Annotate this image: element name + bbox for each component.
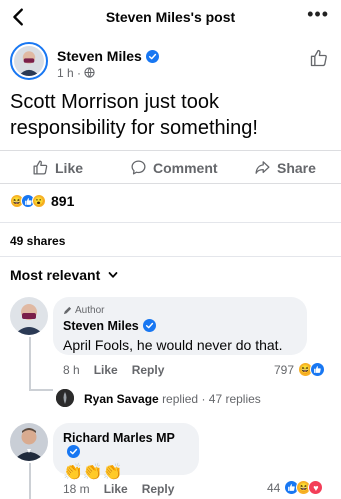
divider [0,222,341,223]
post-author-avatar[interactable] [10,42,48,80]
reply-count: · 47 replies [201,392,261,406]
verified-badge-icon [67,445,80,458]
author-tag: Author [63,305,297,316]
top-bar: Steven Miles's post ••• [0,0,341,34]
comment-bubble[interactable]: Author Steven Miles April Fools, he woul… [53,297,307,355]
post-author-name[interactable]: Steven Miles [57,48,159,64]
comment-button[interactable]: Comment [130,159,218,176]
page-title: Steven Miles's post [105,9,236,25]
reactions-summary[interactable]: 😆 😮 891 [10,193,74,209]
comment-reaction-count: 797 [274,362,295,377]
comment-like-button[interactable]: Like [104,482,128,496]
comment-author-text[interactable]: Steven Miles [63,319,139,333]
like-page-icon[interactable] [309,48,329,68]
post-meta: 1 h · [57,66,96,80]
reply-avatar[interactable] [56,389,74,407]
comment-author-text[interactable]: Richard Marles MP [63,431,175,445]
comment-avatar[interactable] [10,297,48,335]
comment-time[interactable]: 18 m [63,482,90,496]
comment-label: Comment [153,159,218,176]
post-time[interactable]: 1 h [57,66,74,80]
comment-reply-button[interactable]: Reply [132,363,165,377]
comment-meta: 18 m Like Reply [63,482,174,496]
comment-text: 👏👏👏 [63,464,123,481]
sort-label: Most relevant [10,267,101,283]
comment-reply-button[interactable]: Reply [142,482,175,496]
reply-author: Ryan Savage [84,392,159,406]
share-button[interactable]: Share [254,159,316,176]
more-horiz-icon[interactable]: ••• [307,5,329,23]
person-photo-icon [56,389,74,407]
meta-separator: · [77,66,82,80]
like-icon [33,160,48,175]
pencil-icon [63,306,72,315]
share-icon [255,161,270,174]
share-label: Share [277,159,316,176]
reaction-count: 891 [51,193,75,209]
comment-reactions[interactable]: 797 😆 [274,362,326,377]
comment-bubble[interactable]: Richard Marles MP 👏👏👏 [53,423,199,481]
like-label: Like [55,159,84,176]
thread-connector [29,389,53,391]
like-button[interactable]: Like [32,159,83,176]
comment-meta: 8 h Like Reply [63,363,164,377]
chevron-down-icon [108,272,118,278]
comment-icon [131,160,146,175]
thread-line [29,463,31,499]
verified-badge-icon [145,50,159,63]
wow-reaction-icon: 😮 [32,194,46,208]
author-name-text[interactable]: Steven Miles [57,48,142,64]
comment-author-name[interactable]: Richard Marles MP [63,431,189,459]
comment-text: April Fools, he would never do that. [63,337,283,353]
post-text: Scott Morrison just took responsibility … [10,91,258,139]
comment-reactions[interactable]: 44 😆 ♥ [267,480,324,495]
divider [0,256,341,257]
shares-count[interactable]: 49 shares [10,234,65,248]
reply-action: replied [162,392,199,406]
sort-dropdown[interactable]: Most relevant [10,267,118,283]
post-action-bar: Like Comment Share [0,150,341,184]
comment-author-name[interactable]: Steven Miles [63,319,297,333]
person-photo-icon [10,423,48,461]
thread-line [29,337,31,389]
globe-icon [84,67,96,78]
author-tag-label: Author [75,305,105,316]
person-photo-icon [14,46,44,76]
person-photo-icon [10,297,48,335]
verified-badge-icon [142,319,156,332]
love-reaction-icon: ♥ [308,480,324,495]
comment-time[interactable]: 8 h [63,363,80,377]
like-reaction-icon [310,362,326,377]
comment-reaction-count: 44 [267,480,281,495]
comment-like-button[interactable]: Like [94,363,118,377]
view-replies-link[interactable]: Ryan Savage replied · 47 replies [84,392,261,406]
comment-avatar[interactable] [10,423,48,461]
